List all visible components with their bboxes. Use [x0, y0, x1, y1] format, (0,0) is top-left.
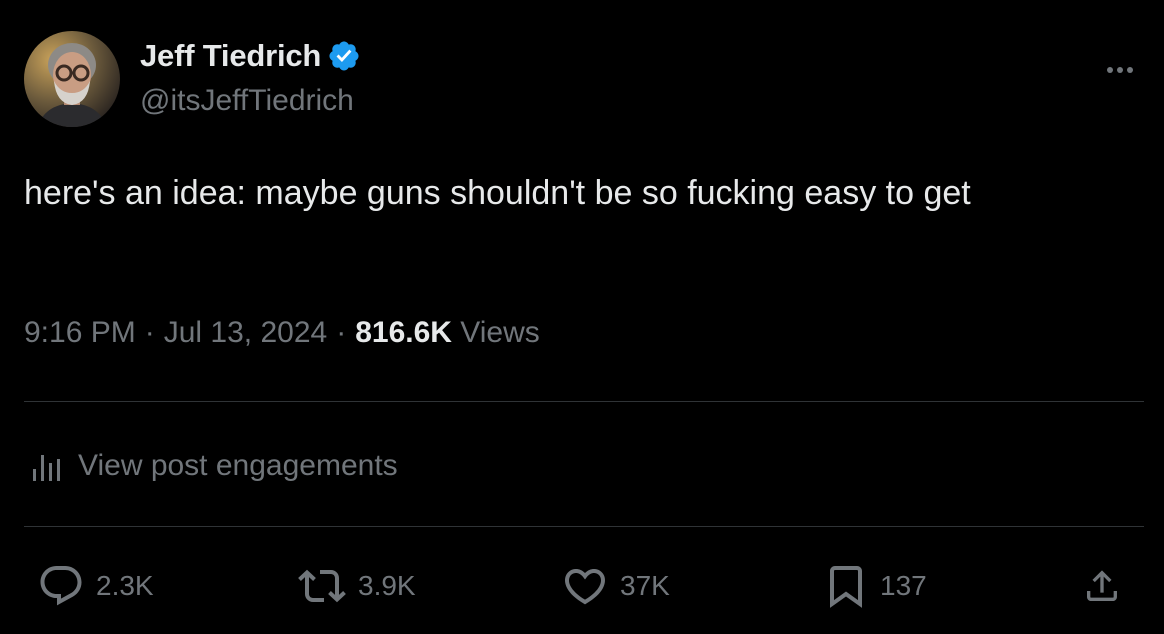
- bar-chart-icon: [30, 449, 64, 483]
- views-label: Views: [460, 316, 540, 349]
- divider: [24, 526, 1144, 527]
- verified-badge-icon[interactable]: [327, 39, 361, 73]
- post-date[interactable]: Jul 13, 2024: [164, 316, 327, 349]
- like-count: 37K: [620, 570, 670, 601]
- repost-count: 3.9K: [358, 570, 416, 601]
- bookmark-count: 137: [880, 570, 927, 601]
- avatar-photo: [24, 31, 120, 127]
- meta-separator: ·: [336, 316, 347, 349]
- action-bar: 2.3K 3.9K 37K 137: [0, 560, 1164, 612]
- avatar[interactable]: [24, 31, 120, 127]
- view-engagements-label: View post engagements: [78, 449, 398, 482]
- share-button[interactable]: [1082, 560, 1132, 612]
- reply-button[interactable]: 2.3K: [36, 560, 154, 612]
- author-handle[interactable]: @itsJeffTiedrich: [140, 84, 354, 118]
- author-display-name[interactable]: Jeff Tiedrich: [140, 38, 321, 74]
- repost-icon: [296, 562, 348, 610]
- like-button[interactable]: 37K: [560, 560, 670, 612]
- view-engagements-link[interactable]: View post engagements: [30, 444, 398, 488]
- views-count: 816.6K: [355, 316, 452, 349]
- post-time[interactable]: 9:16 PM: [24, 316, 136, 349]
- post-text: here's an idea: maybe guns shouldn't be …: [24, 174, 971, 212]
- share-icon: [1082, 562, 1122, 610]
- bookmark-icon: [822, 562, 870, 610]
- meta-separator: ·: [144, 316, 155, 349]
- repost-button[interactable]: 3.9K: [296, 560, 416, 612]
- heart-icon: [560, 562, 610, 610]
- post: Jeff Tiedrich @itsJeffTiedrich here's an…: [0, 0, 1164, 634]
- reply-icon: [36, 562, 86, 610]
- reply-count: 2.3K: [96, 570, 154, 601]
- bookmark-button[interactable]: 137: [822, 560, 927, 612]
- author-name-row: Jeff Tiedrich: [140, 34, 361, 78]
- more-options-icon[interactable]: [1100, 52, 1140, 88]
- divider: [24, 401, 1144, 402]
- post-metadata: 9:16 PM · Jul 13, 2024 · 816.6K Views: [24, 316, 540, 350]
